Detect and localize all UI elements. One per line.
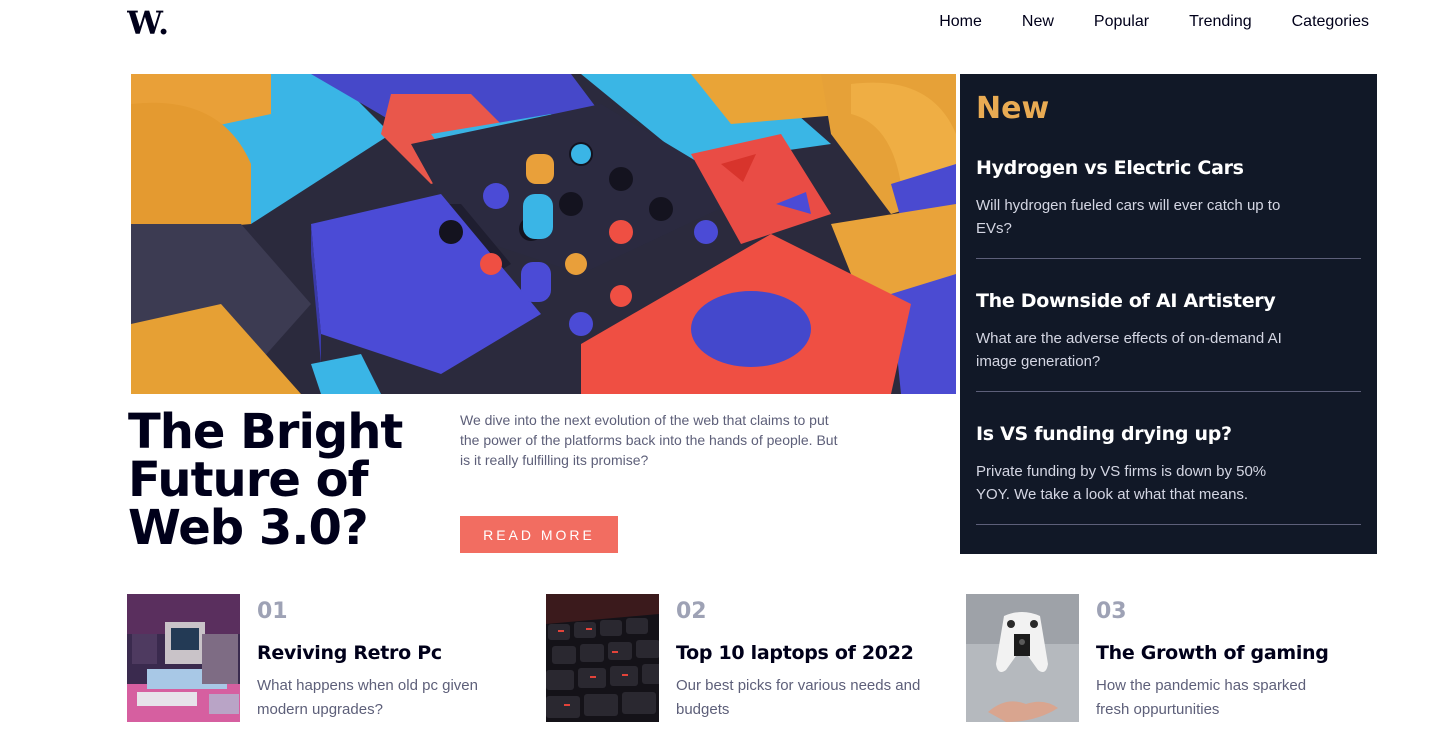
- hero-description: We dive into the next evolution of the w…: [460, 412, 838, 468]
- nav-new[interactable]: New: [1022, 12, 1054, 32]
- card-text: What happens when old pc given modern up…: [257, 677, 478, 718]
- card-title[interactable]: Reviving Retro Pc: [257, 641, 502, 665]
- card-number: 03: [1096, 599, 1127, 624]
- card-text: Our best picks for various needs and bud…: [676, 677, 921, 718]
- new-article-text: What are the adverse effects of on-deman…: [976, 330, 1282, 370]
- new-article-title[interactable]: Is VS funding drying up?: [976, 422, 1361, 446]
- new-article-item[interactable]: Is VS funding drying up? Private funding…: [976, 422, 1361, 525]
- new-article-item[interactable]: The Downside of AI Artistery What are th…: [976, 289, 1361, 392]
- new-article-title[interactable]: Hydrogen vs Electric Cars: [976, 156, 1361, 180]
- card-thumbnail-retro-pc[interactable]: [127, 594, 240, 722]
- new-article-text: Private funding by VS firms is down by 5…: [976, 463, 1267, 503]
- hero-title: The Bright Future of Web 3.0?: [128, 404, 403, 556]
- card-number: 02: [676, 599, 707, 624]
- card-number: 01: [257, 599, 288, 624]
- nav-home[interactable]: Home: [939, 12, 982, 32]
- logo-text: W.: [127, 5, 169, 39]
- new-articles-panel: New Hydrogen vs Electric Cars Will hydro…: [960, 74, 1377, 554]
- read-more-button[interactable]: READ MORE: [460, 516, 618, 553]
- brand-logo[interactable]: W.: [127, 5, 169, 39]
- hero-image: [131, 74, 956, 394]
- card-thumbnail-gamepad[interactable]: [966, 594, 1079, 722]
- article-card[interactable]: 02 Top 10 laptops of 2022 Our best picks…: [546, 594, 946, 722]
- card-title[interactable]: Top 10 laptops of 2022: [676, 641, 921, 665]
- nav-popular[interactable]: Popular: [1094, 12, 1149, 32]
- card-title[interactable]: The Growth of gaming: [1096, 641, 1341, 665]
- new-article-text: Will hydrogen fueled cars will ever catc…: [976, 197, 1281, 237]
- card-thumbnail-laptop-keyboard[interactable]: [546, 594, 659, 722]
- new-panel-heading: New: [976, 91, 1050, 126]
- new-article-title[interactable]: The Downside of AI Artistery: [976, 289, 1361, 313]
- nav-trending[interactable]: Trending: [1189, 12, 1252, 32]
- new-article-item[interactable]: Hydrogen vs Electric Cars Will hydrogen …: [976, 156, 1361, 259]
- article-card[interactable]: 01 Reviving Retro Pc What happens when o…: [127, 594, 527, 722]
- main-nav: Home New Popular Trending Categories: [939, 12, 1369, 32]
- card-text: How the pandemic has sparked fresh oppur…: [1096, 677, 1307, 718]
- article-card[interactable]: 03 The Growth of gaming How the pandemic…: [966, 594, 1366, 722]
- nav-categories[interactable]: Categories: [1292, 12, 1369, 32]
